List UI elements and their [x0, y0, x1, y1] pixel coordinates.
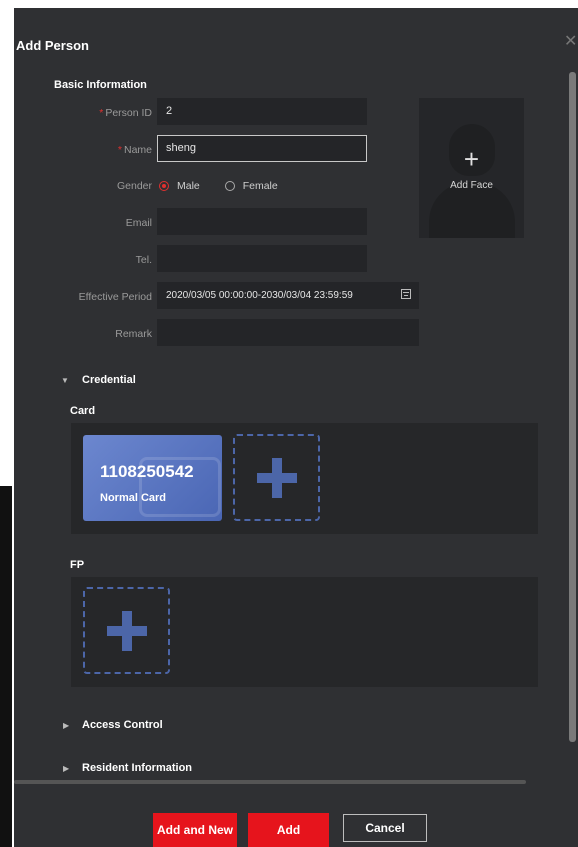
dialog-title: Add Person — [16, 38, 89, 53]
person-id-input[interactable]: 2 — [157, 98, 367, 125]
add-fingerprint-button[interactable] — [83, 587, 170, 674]
credential-heading[interactable]: Credential — [82, 374, 136, 386]
card-type: Normal Card — [100, 492, 167, 504]
calendar-icon[interactable] — [401, 289, 411, 299]
add-button[interactable]: Add — [248, 813, 329, 847]
add-person-dialog: Add Person ✕ Basic Information * Person I… — [14, 8, 578, 847]
fp-label: FP — [70, 559, 85, 571]
card-number: 1108250542 — [100, 462, 194, 481]
gender-male-radio[interactable]: Male — [159, 180, 200, 192]
name-input[interactable]: sheng — [157, 135, 367, 162]
effective-period-input[interactable]: 2020/03/05 00:00:00-2030/03/04 23:59:59 — [157, 282, 419, 309]
plus-icon — [107, 611, 147, 651]
effective-period-label: Effective Period — [78, 291, 152, 303]
gender-options: Male Female — [159, 180, 278, 192]
plus-icon — [257, 458, 297, 498]
add-face-label: Add Face — [450, 180, 493, 191]
name-label: * Name — [117, 144, 152, 156]
remark-input[interactable] — [157, 319, 419, 346]
gender-female-radio[interactable]: Female — [224, 180, 278, 192]
resident-information-heading[interactable]: Resident Information — [82, 762, 192, 774]
access-control-heading[interactable]: Access Control — [82, 719, 163, 731]
cancel-button[interactable]: Cancel — [343, 814, 427, 842]
vertical-scrollbar[interactable] — [569, 72, 576, 742]
background-panel — [0, 486, 12, 847]
effective-period-value: 2020/03/05 00:00:00-2030/03/04 23:59:59 — [166, 290, 353, 301]
expand-resident-info-icon[interactable]: ▶ — [63, 764, 69, 773]
add-card-button[interactable] — [233, 434, 320, 521]
close-icon[interactable]: ✕ — [564, 34, 577, 50]
add-and-new-button[interactable]: Add and New — [153, 813, 237, 847]
email-input[interactable] — [157, 208, 367, 235]
remark-label: Remark — [115, 328, 152, 340]
card-label: Card — [70, 405, 96, 417]
add-face-box[interactable]: + Add Face — [419, 98, 524, 238]
tel-input[interactable] — [157, 245, 367, 272]
expand-access-control-icon[interactable]: ▶ — [63, 721, 69, 730]
add-face-plus-icon: + — [463, 144, 480, 174]
expand-credential-icon[interactable]: ▼ — [61, 376, 69, 385]
gender-label: Gender — [116, 180, 152, 192]
credential-card[interactable]: 1108250542 Normal Card — [83, 435, 222, 521]
basic-information-heading: Basic Information — [54, 79, 147, 91]
email-label: Email — [125, 217, 152, 229]
horizontal-scrollbar[interactable] — [14, 780, 526, 784]
person-id-label: * Person ID — [99, 107, 152, 119]
tel-label: Tel. — [135, 254, 152, 266]
